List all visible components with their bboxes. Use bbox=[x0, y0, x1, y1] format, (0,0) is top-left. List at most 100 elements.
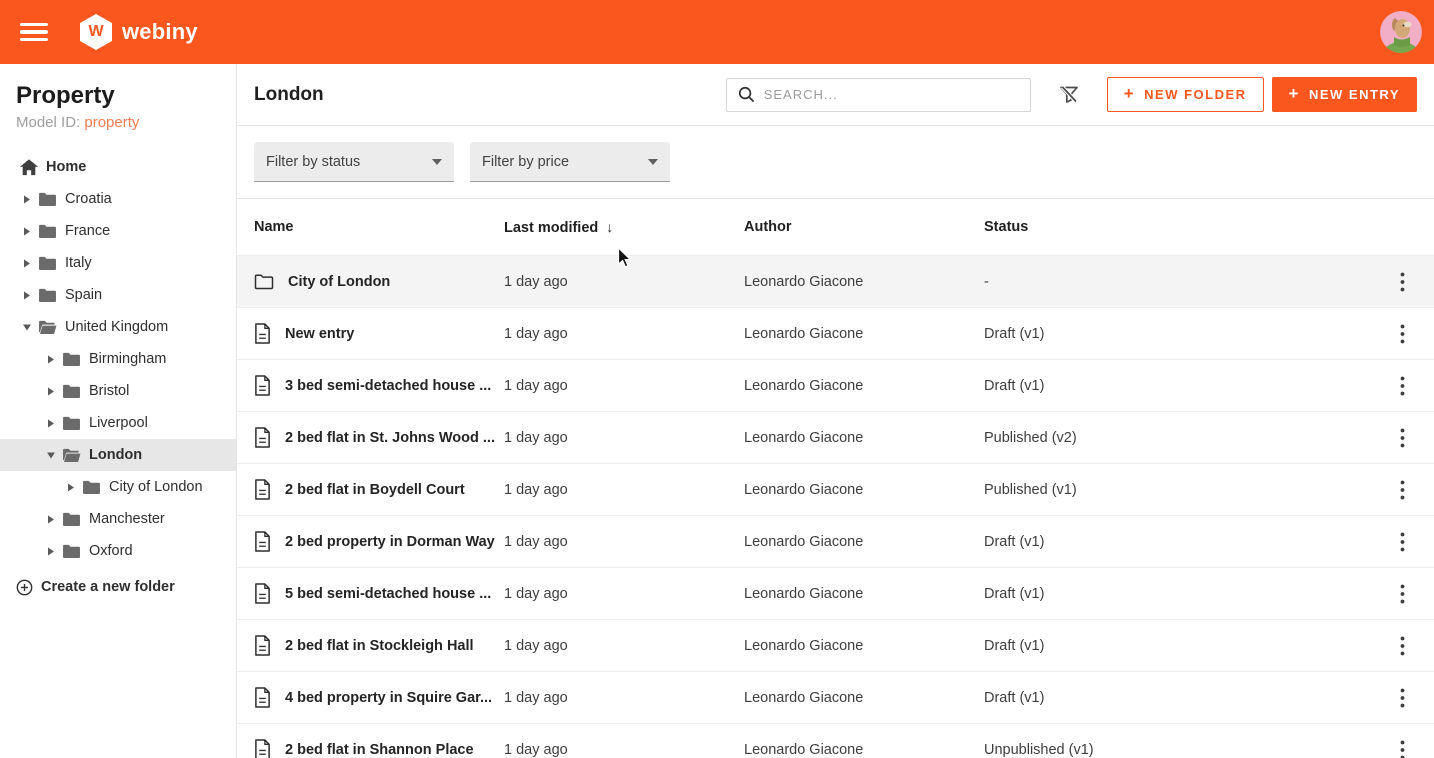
sidebar-folder-item[interactable]: City of London bbox=[0, 471, 236, 503]
sidebar-folder-item[interactable]: Liverpool bbox=[0, 407, 236, 439]
row-actions-kebab-icon[interactable] bbox=[1391, 373, 1413, 399]
sidebar-folder-item[interactable]: France bbox=[0, 215, 236, 247]
sidebar-folder-item[interactable]: Oxford bbox=[0, 535, 236, 567]
table-row[interactable]: 2 bed flat in St. Johns Wood ... 1 day a… bbox=[237, 412, 1434, 464]
row-author-cell: Leonardo Giacone bbox=[744, 482, 984, 498]
create-folder-button[interactable]: Create a new folder bbox=[0, 569, 236, 605]
expand-caret-icon[interactable] bbox=[20, 259, 34, 268]
row-actions-kebab-icon[interactable] bbox=[1391, 477, 1413, 503]
entry-name: 2 bed flat in Stockleigh Hall bbox=[285, 638, 474, 654]
row-author-cell: Leonardo Giacone bbox=[744, 690, 984, 706]
table-header-row: Name Last modified↓ Author Status bbox=[237, 199, 1434, 256]
row-actions-kebab-icon[interactable] bbox=[1391, 685, 1413, 711]
sidebar-folder-item[interactable]: Bristol bbox=[0, 375, 236, 407]
row-author-cell: Leonardo Giacone bbox=[744, 274, 984, 290]
row-status-cell: Draft (v1) bbox=[984, 638, 1390, 654]
table-row[interactable]: 5 bed semi-detached house ... 1 day ago … bbox=[237, 568, 1434, 620]
column-header-author[interactable]: Author bbox=[744, 219, 984, 235]
expand-caret-icon[interactable] bbox=[44, 451, 58, 460]
table-row[interactable]: 2 bed property in Dorman Way 1 day ago L… bbox=[237, 516, 1434, 568]
table-row[interactable]: City of London 1 day ago Leonardo Giacon… bbox=[237, 256, 1434, 308]
document-icon bbox=[254, 323, 271, 344]
expand-caret-icon[interactable] bbox=[44, 387, 58, 396]
row-actions-kebab-icon[interactable] bbox=[1391, 425, 1413, 451]
row-author-cell: Leonardo Giacone bbox=[744, 586, 984, 602]
row-modified-cell: 1 day ago bbox=[504, 430, 744, 446]
search-input[interactable] bbox=[764, 87, 1020, 102]
table-row[interactable]: 4 bed property in Squire Gar... 1 day ag… bbox=[237, 672, 1434, 724]
table-row[interactable]: 2 bed flat in Stockleigh Hall 1 day ago … bbox=[237, 620, 1434, 672]
row-author-cell: Leonardo Giacone bbox=[744, 638, 984, 654]
filter-toggle-icon[interactable] bbox=[1057, 83, 1081, 107]
column-header-name[interactable]: Name bbox=[254, 219, 504, 235]
folder-label: Liverpool bbox=[89, 415, 148, 431]
folder-closed-icon bbox=[82, 479, 101, 495]
sidebar-folder-item[interactable]: Manchester bbox=[0, 503, 236, 535]
webiny-logo[interactable]: W webiny bbox=[80, 14, 198, 50]
sidebar-folder-item[interactable]: Italy bbox=[0, 247, 236, 279]
row-status-cell: Draft (v1) bbox=[984, 326, 1390, 342]
row-status-cell: Draft (v1) bbox=[984, 586, 1390, 602]
row-actions-kebab-icon[interactable] bbox=[1391, 737, 1413, 758]
expand-caret-icon[interactable] bbox=[20, 291, 34, 300]
folder-closed-icon bbox=[38, 287, 57, 303]
hamburger-menu-icon[interactable] bbox=[20, 23, 48, 41]
expand-caret-icon[interactable] bbox=[44, 419, 58, 428]
row-actions-kebab-icon[interactable] bbox=[1391, 633, 1413, 659]
row-status-cell: Published (v2) bbox=[984, 430, 1390, 446]
sidebar-folder-item[interactable]: Birmingham bbox=[0, 343, 236, 375]
filter-select[interactable]: Filter by price bbox=[470, 142, 670, 182]
user-avatar[interactable] bbox=[1380, 11, 1422, 53]
table-row[interactable]: 3 bed semi-detached house ... 1 day ago … bbox=[237, 360, 1434, 412]
column-header-last-modified[interactable]: Last modified↓ bbox=[504, 219, 744, 236]
chevron-down-icon bbox=[432, 159, 442, 165]
filter-select[interactable]: Filter by status bbox=[254, 142, 454, 182]
sidebar-folder-item[interactable]: Spain bbox=[0, 279, 236, 311]
entries-table: Name Last modified↓ Author Status bbox=[237, 199, 1434, 758]
page-title: London bbox=[254, 84, 324, 106]
row-actions-kebab-icon[interactable] bbox=[1391, 581, 1413, 607]
row-author-cell: Leonardo Giacone bbox=[744, 430, 984, 446]
entry-name: New entry bbox=[285, 326, 354, 342]
row-name-cell: New entry bbox=[254, 323, 504, 344]
folder-label: France bbox=[65, 223, 110, 239]
expand-caret-icon[interactable] bbox=[44, 547, 58, 556]
folder-label: Bristol bbox=[89, 383, 129, 399]
row-status-cell: - bbox=[984, 274, 1390, 290]
expand-caret-icon[interactable] bbox=[20, 227, 34, 236]
new-entry-button[interactable]: + NEW ENTRY bbox=[1272, 77, 1417, 112]
expand-caret-icon[interactable] bbox=[64, 483, 78, 492]
folder-label: Birmingham bbox=[89, 351, 166, 367]
sidebar-folder-item[interactable]: Croatia bbox=[0, 183, 236, 215]
folder-label: London bbox=[89, 447, 142, 463]
sidebar-folder-item[interactable]: London bbox=[0, 439, 236, 471]
model-id-link[interactable]: property bbox=[84, 114, 139, 131]
new-folder-button[interactable]: + NEW FOLDER bbox=[1107, 77, 1264, 112]
expand-caret-icon[interactable] bbox=[20, 323, 34, 332]
search-box[interactable] bbox=[726, 78, 1031, 112]
create-folder-label: Create a new folder bbox=[41, 579, 175, 595]
entry-name: 3 bed semi-detached house ... bbox=[285, 378, 491, 394]
row-modified-cell: 1 day ago bbox=[504, 638, 744, 654]
row-actions-kebab-icon[interactable] bbox=[1391, 529, 1413, 555]
document-icon bbox=[254, 375, 271, 396]
table-row[interactable]: 2 bed flat in Shannon Place 1 day ago Le… bbox=[237, 724, 1434, 758]
expand-caret-icon[interactable] bbox=[20, 195, 34, 204]
entry-name: 4 bed property in Squire Gar... bbox=[285, 690, 492, 706]
expand-caret-icon[interactable] bbox=[44, 515, 58, 524]
folder-closed-icon bbox=[38, 255, 57, 271]
chevron-down-icon bbox=[648, 159, 658, 165]
sidebar: Property Model ID: property Home bbox=[0, 64, 237, 758]
column-header-status[interactable]: Status bbox=[984, 219, 1390, 235]
row-modified-cell: 1 day ago bbox=[504, 378, 744, 394]
row-actions-kebab-icon[interactable] bbox=[1391, 269, 1413, 295]
row-actions-kebab-icon[interactable] bbox=[1391, 321, 1413, 347]
row-status-cell: Draft (v1) bbox=[984, 378, 1390, 394]
sort-desc-icon[interactable]: ↓ bbox=[606, 219, 613, 235]
sidebar-folder-item[interactable]: United Kingdom bbox=[0, 311, 236, 343]
sidebar-item-home[interactable]: Home bbox=[0, 151, 236, 183]
table-row[interactable]: 2 bed flat in Boydell Court 1 day ago Le… bbox=[237, 464, 1434, 516]
expand-caret-icon[interactable] bbox=[44, 355, 58, 364]
folder-outline-icon bbox=[254, 273, 274, 290]
table-row[interactable]: New entry 1 day ago Leonardo Giacone Dra… bbox=[237, 308, 1434, 360]
